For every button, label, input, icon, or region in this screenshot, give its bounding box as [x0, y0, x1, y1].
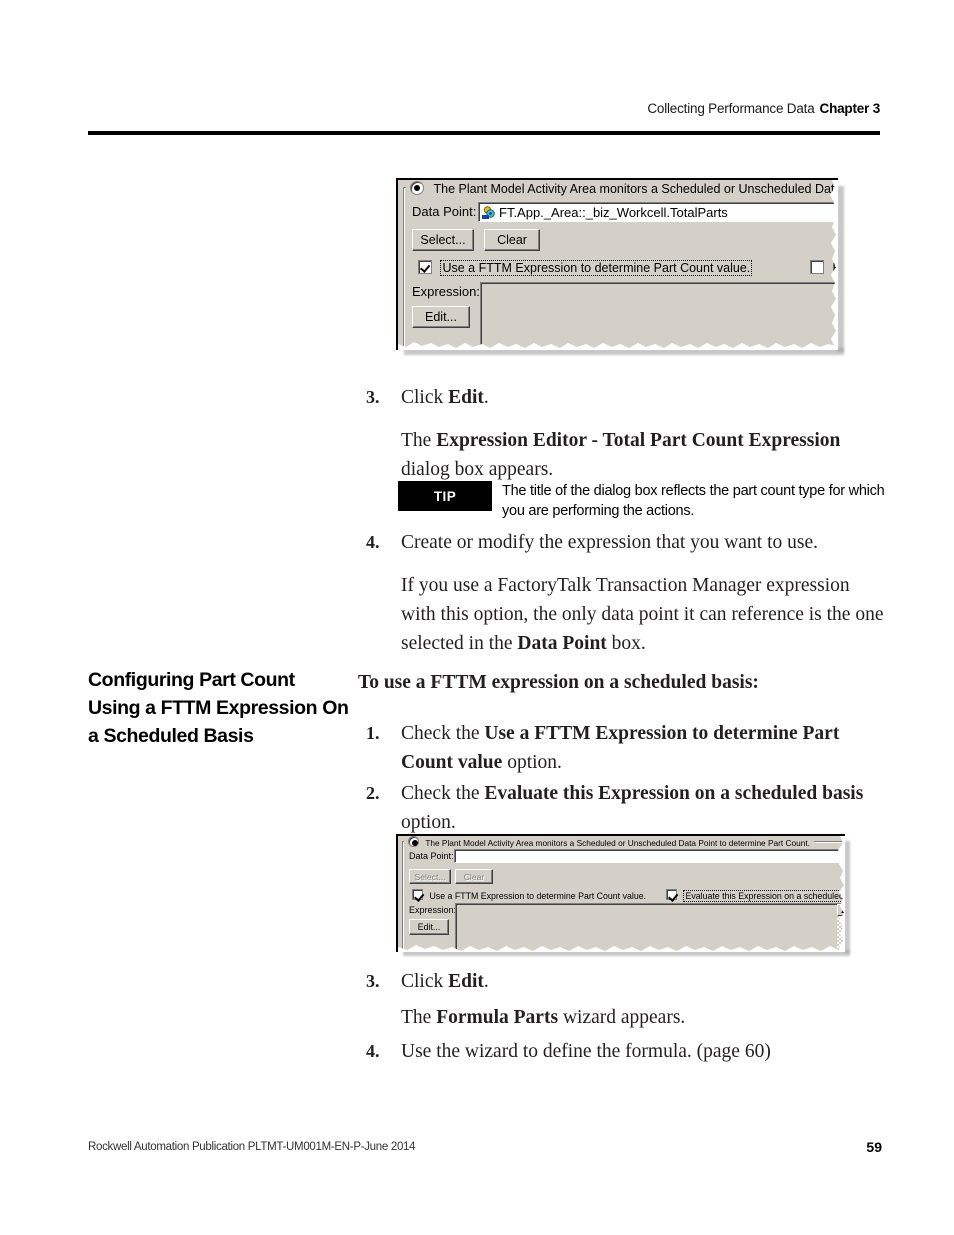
step-4-note-post: box. [606, 633, 646, 654]
dialog-window-2: The Plant Model Activity Area monitors a… [396, 834, 845, 952]
step-3-result-post-lower: wizard appears. [558, 1007, 686, 1028]
step-2-text-post: option. [401, 812, 456, 833]
clear-button[interactable]: Clear [484, 229, 540, 251]
page-header: Collecting Performance Data Chapter 3 [88, 100, 880, 118]
step-3-text-bold-lower: Edit [448, 971, 484, 992]
edit-button[interactable]: Edit... [412, 306, 470, 328]
groupbox-legend-label-2: The Plant Model Activity Area monitors a… [425, 838, 810, 848]
torn-edge-bottom-2 [398, 945, 845, 952]
step-1-text-post: option. [502, 752, 562, 773]
step-4-note: If you use a FactoryTalk Transaction Man… [358, 571, 888, 658]
lower-step-3-block: 3. Click Edit. The Formula Parts wizard … [358, 967, 888, 1032]
torn-edge-right-2 [838, 836, 845, 952]
chapter-label: Chapter 3 [819, 101, 881, 116]
lower-steps-intro-block: To use a FTTM expression on a scheduled … [358, 668, 888, 697]
evaluate-scheduled-label-2: Evaluate this Expression on a scheduled … [683, 890, 845, 902]
checkbox-use-fttm-expression-2[interactable] [412, 889, 423, 900]
tip-callout: TIP The title of the dialog box reflects… [398, 481, 888, 521]
step-3-result-pre: The [401, 430, 437, 451]
use-fttm-expression-checkbox-2[interactable]: Use a FTTM Expression to determine Part … [412, 889, 646, 901]
step-3-result: The Expression Editor - Total Part Count… [358, 426, 888, 484]
step-1-text-pre: Check the [401, 723, 485, 744]
data-point-value: FT.App._Area::_biz_Workcell.TotalParts [499, 204, 728, 220]
step-3-click-edit-lower: 3. Click Edit. [358, 967, 888, 996]
lower-step-4-block: 4. Use the wizard to define the formula.… [358, 1037, 888, 1066]
groupbox-legend-label: The Plant Model Activity Area monitors a… [433, 182, 838, 196]
step-3-text-pre-lower: Click [401, 971, 449, 992]
step-4-number: 4. [366, 532, 380, 552]
footer-page-number: 59 [866, 1139, 882, 1155]
step-2-check-evaluate: 2. Check the Evaluate this Expression on… [358, 779, 888, 837]
edit-button-label: Edit... [425, 310, 457, 324]
tag-icon [482, 205, 497, 219]
step-2-text-pre: Check the [401, 783, 485, 804]
running-head: Collecting Performance Data [647, 101, 815, 116]
step-1-check-use-fttm: 1. Check the Use a FTTM Expression to de… [358, 719, 888, 777]
clear-button-label: Clear [497, 233, 527, 247]
step-4-use-wizard: 4. Use the wizard to define the formula.… [358, 1037, 888, 1066]
step-4-text-lower: Use the wizard to define the formula. (p… [401, 1041, 771, 1062]
dialog-window: The Plant Model Activity Area monitors a… [396, 178, 838, 350]
figure-shadow-right [837, 186, 844, 352]
data-point-label-2: Data Point: [409, 851, 454, 861]
clear-button-label-2: Clear [463, 871, 485, 882]
use-fttm-expression-checkbox[interactable]: Use a FTTM Expression to determine Part … [418, 260, 753, 276]
figure-part-count-data-point-dialog: The Plant Model Activity Area monitors a… [396, 178, 846, 356]
torn-edge-right [830, 180, 838, 350]
radio-plant-model-activity-2[interactable] [408, 836, 419, 847]
step-3-text-bold: Edit [448, 387, 484, 408]
use-fttm-expression-label-2: Use a FTTM Expression to determine Part … [429, 891, 647, 901]
use-fttm-expression-label: Use a FTTM Expression to determine Part … [440, 260, 753, 276]
groupbox-legend[interactable]: The Plant Model Activity Area monitors a… [406, 181, 838, 198]
section-heading: Configuring Part Count Using a FTTM Expr… [88, 669, 349, 747]
step-4-text: Create or modify the expression that you… [401, 532, 818, 553]
evaluate-scheduled-checkbox-2[interactable]: Evaluate this Expression on a scheduled … [666, 889, 845, 902]
step-3-result-bold: Expression Editor - Total Part Count Exp… [436, 430, 841, 451]
upper-steps-block: 3. Click Edit. The Expression Editor - T… [358, 383, 888, 484]
radio-plant-model-activity[interactable] [410, 181, 424, 195]
clear-button-2[interactable]: Clear [455, 869, 493, 884]
step-3-number-lower: 3. [366, 971, 380, 991]
checkbox-use-fttm-expression[interactable] [418, 260, 432, 274]
figure-scheduled-basis-dialog: The Plant Model Activity Area monitors a… [396, 834, 856, 960]
lower-steps-intro: To use a FTTM expression on a scheduled … [358, 668, 888, 697]
select-button-2[interactable]: Select... [409, 869, 451, 884]
torn-edge-bottom [398, 342, 838, 350]
step-3-result-lower: The Formula Parts wizard appears. [358, 1003, 888, 1032]
step-3-result-pre-lower: The [401, 1007, 437, 1028]
data-point-field[interactable]: FT.App._Area::_biz_Workcell.TotalParts [478, 202, 838, 222]
lower-steps-intro-text: To use a FTTM expression on a scheduled … [358, 672, 759, 693]
edit-button-label-2: Edit... [417, 922, 441, 932]
data-point-label: Data Point: [412, 204, 477, 219]
step-2-text-bold: Evaluate this Expression on a scheduled … [484, 783, 864, 804]
select-button-label-2: Select... [414, 871, 446, 882]
step-3-result-post: dialog box appears. [401, 459, 554, 480]
step-3-click-edit: 3. Click Edit. [358, 383, 888, 412]
select-button[interactable]: Select... [412, 229, 474, 251]
lower-step-1-block: 1. Check the Use a FTTM Expression to de… [358, 719, 888, 777]
tip-badge: TIP [398, 481, 492, 511]
step-1-number: 1. [366, 723, 380, 743]
checkbox-evaluate-scheduled[interactable] [810, 260, 824, 274]
expression-label: Expression: [412, 284, 480, 299]
groupbox-legend-2[interactable]: The Plant Model Activity Area monitors a… [404, 836, 814, 848]
select-button-label: Select... [420, 233, 466, 247]
edit-button-2[interactable]: Edit... [409, 919, 449, 935]
step-4-note-bold: Data Point [517, 633, 607, 654]
lower-step-2-block: 2. Check the Evaluate this Expression on… [358, 779, 888, 837]
step-3-number: 3. [366, 387, 380, 407]
step-4-create-expression: 4. Create or modify the expression that … [358, 528, 888, 557]
step-4-number-lower: 4. [366, 1041, 380, 1061]
header-rule [88, 131, 880, 135]
step-3-text-post-lower: . [483, 971, 489, 992]
step-2-number: 2. [366, 783, 380, 803]
data-point-field-2[interactable] [454, 849, 845, 863]
checkbox-evaluate-scheduled-2[interactable] [666, 889, 677, 900]
expression-label-2: Expression: [409, 905, 457, 915]
step-3-text-pre: Click [401, 387, 449, 408]
step-4-block: 4. Create or modify the expression that … [358, 528, 888, 658]
step-3-result-bold-lower: Formula Parts [436, 1007, 559, 1028]
tip-text: The title of the dialog box reflects the… [502, 483, 885, 519]
step-3-text-post: . [483, 387, 489, 408]
